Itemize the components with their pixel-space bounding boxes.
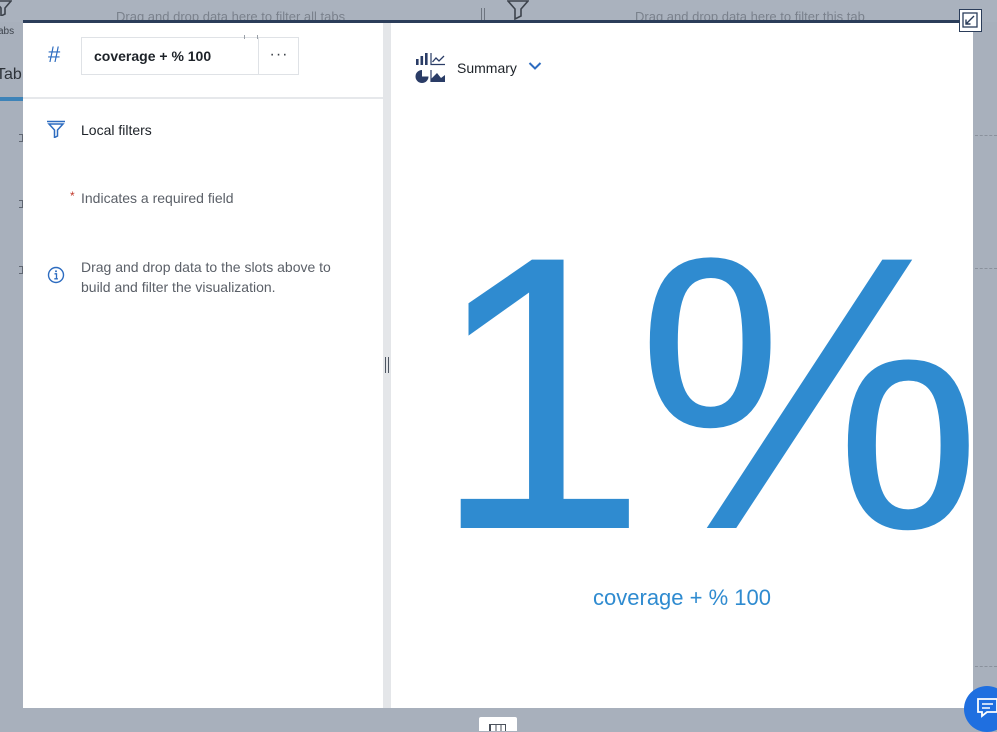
chat-icon [977,698,997,718]
table-icon [489,724,506,731]
filter-this-tab-icon[interactable] [507,0,529,20]
required-asterisk: * [70,189,75,203]
summary-value: 1% [431,175,983,611]
bottom-panel-toggle[interactable] [479,717,517,731]
value-slot-label: coverage + % 100 [94,48,212,64]
background-dashed-line [975,268,997,269]
tabs-filter-label: abs [0,26,15,37]
summary-caption-text: coverage + % 100 [593,585,771,610]
background-dashed-line [975,666,997,667]
collapse-button[interactable] [959,9,982,32]
info-hint-text: Drag and drop data to the slots above to… [81,259,331,295]
field-more-options-button[interactable]: ··· [258,38,299,74]
chevron-down-icon[interactable] [528,61,542,71]
visualization-type-label[interactable]: Summary [457,60,517,76]
summary-caption: coverage + % 100 [391,585,973,611]
splitter-grip-icon[interactable] [385,357,389,373]
value-slot-field[interactable]: coverage + % 100 ··· [81,35,299,75]
visualization-panel: Summary 1% coverage + % 100 [391,23,983,708]
required-field-note: Indicates a required field [81,190,234,206]
background-dashed-line [975,135,997,136]
local-filters-icon [47,120,65,138]
info-icon [47,266,65,284]
local-filters-label[interactable]: Local filters [81,122,152,138]
panel-splitter[interactable] [383,23,391,708]
visualization-type-icon[interactable] [415,52,447,83]
chat-button[interactable] [964,686,997,732]
tab-label[interactable]: Tab [0,66,22,84]
number-type-icon: # [48,42,61,67]
data-slots-panel: # coverage + % 100 ··· Local filters * I… [23,23,383,708]
panel-divider [23,97,383,99]
slot-drag-marker [244,35,258,39]
collapse-icon [962,12,978,28]
filter-all-tabs-icon[interactable] [0,0,12,16]
tab-active-indicator [0,97,23,101]
